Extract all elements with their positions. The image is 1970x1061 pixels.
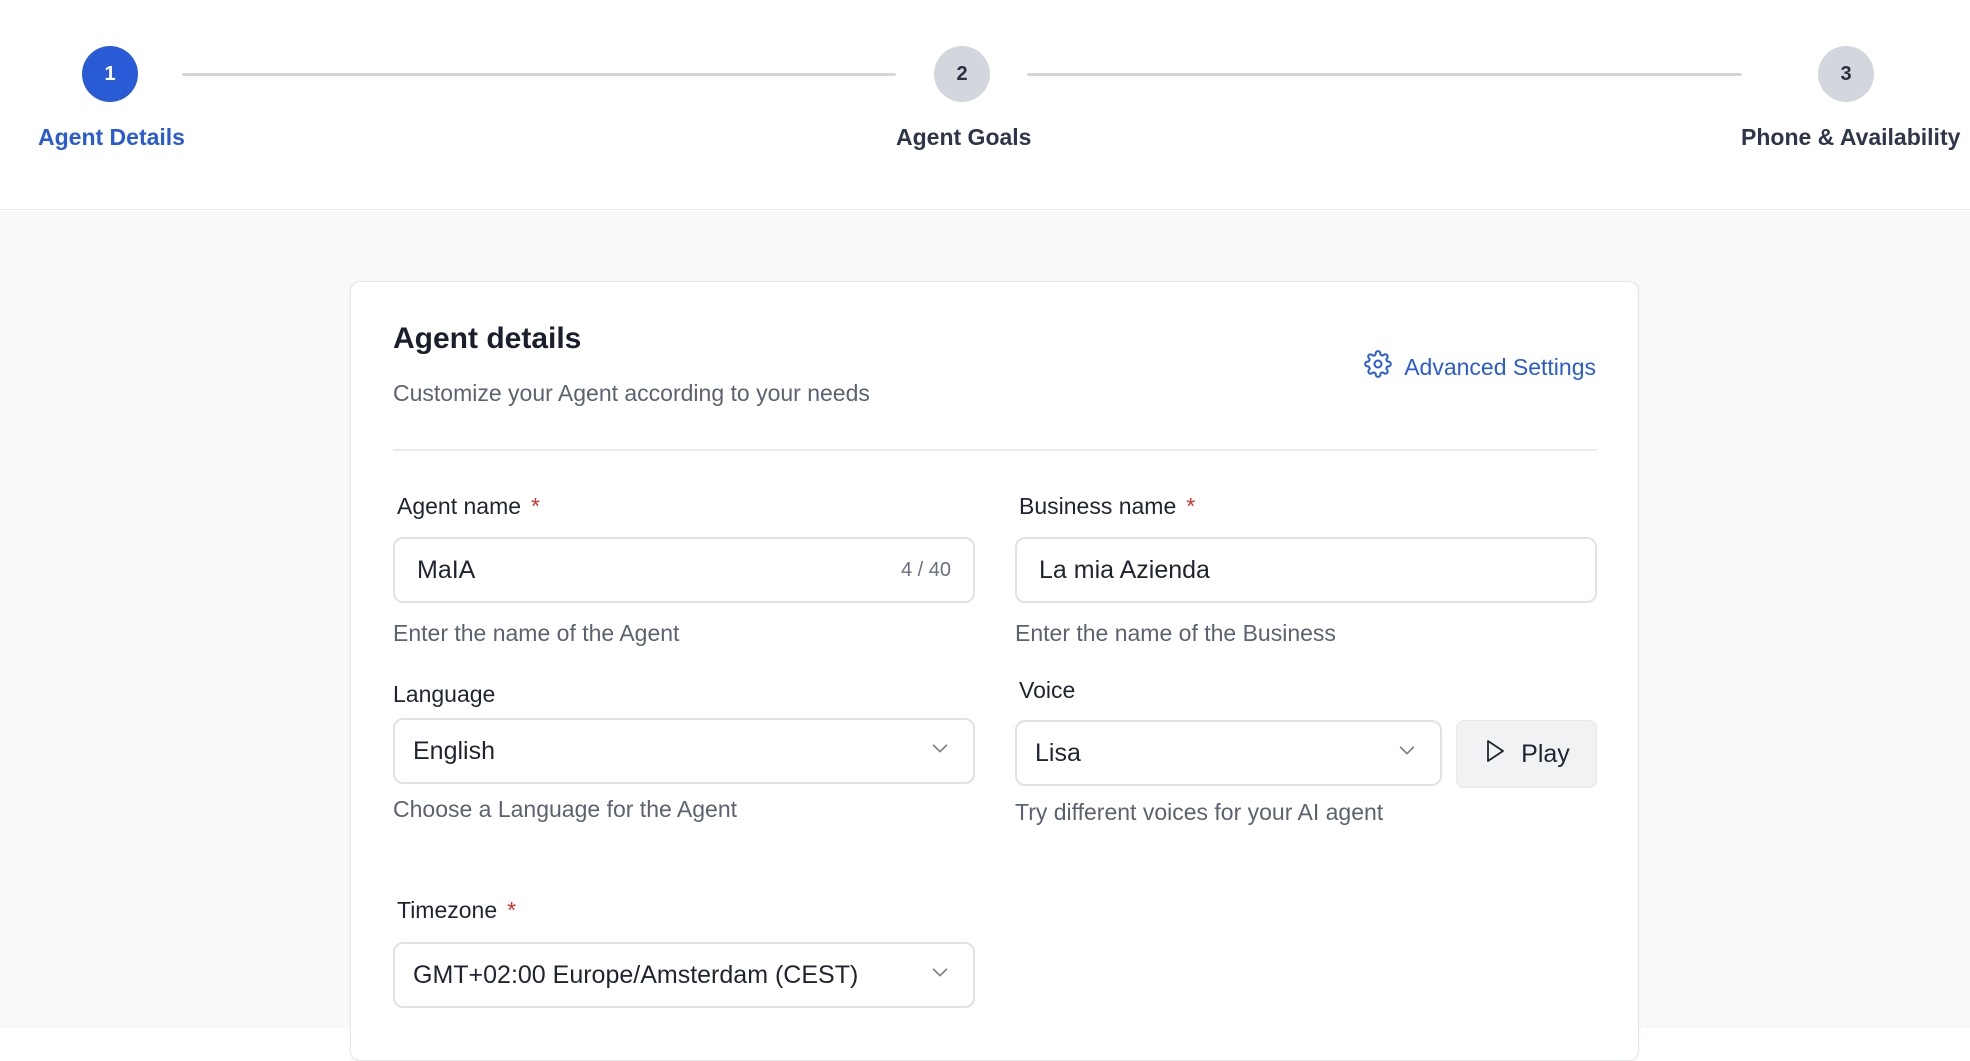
timezone-label: Timezone * [397,897,516,924]
agent-name-counter: 4 / 40 [900,558,951,581]
agent-name-label-text: Agent name [397,493,522,519]
chevron-down-icon [919,737,951,766]
step-1-label[interactable]: Agent Details [38,124,185,151]
agent-name-label: Agent name * [397,493,540,520]
card-subtitle: Customize your Agent according to your n… [393,380,870,406]
business-name-helper: Enter the name of the Business [1015,620,1336,646]
language-select[interactable]: English [393,718,975,784]
step-2-label[interactable]: Agent Goals [896,124,1031,151]
timezone-value: GMT+02:00 Europe/Amsterdam (CEST) [413,960,859,989]
timezone-select[interactable]: GMT+02:00 Europe/Amsterdam (CEST) [393,942,975,1008]
step-connector-2-3 [1027,73,1742,76]
agent-name-helper: Enter the name of the Agent [393,620,680,646]
step-connector-1-2 [182,73,896,76]
agent-name-input[interactable]: MaIA 4 / 40 [393,537,975,603]
step-3-label[interactable]: Phone & Availability [1741,124,1960,151]
chevron-down-icon [919,961,951,990]
voice-helper: Try different voices for your AI agent [1015,799,1384,825]
required-asterisk: * [531,493,540,519]
card-title: Agent details [393,322,582,355]
step-1-circle[interactable]: 1 [82,46,138,102]
business-name-value: La mia Azienda [1039,555,1210,584]
stepper: 1 Agent Details 2 Agent Goals 3 Phone & … [0,0,1970,210]
header-divider [393,449,1597,451]
language-value: English [413,736,495,765]
voice-select[interactable]: Lisa [1015,720,1442,786]
language-helper: Choose a Language for the Agent [393,796,738,822]
advanced-settings-label: Advanced Settings [1404,353,1596,380]
voice-value: Lisa [1035,738,1081,767]
language-label: Language [393,681,496,707]
required-asterisk: * [1186,493,1196,519]
agent-name-value: MaIA [417,555,476,584]
required-asterisk: * [507,897,517,923]
play-voice-button[interactable]: Play [1456,720,1597,788]
play-label: Play [1521,739,1570,768]
business-name-input[interactable]: La mia Azienda [1015,537,1597,603]
business-name-label-text: Business name [1019,493,1177,519]
advanced-settings-button[interactable]: Advanced Settings [1364,350,1596,384]
timezone-label-text: Timezone [397,897,498,923]
business-name-label: Business name * [1019,493,1195,520]
gear-icon [1364,350,1392,384]
agent-details-card: Agent details Customize your Agent accor… [350,281,1639,1061]
step-2-circle[interactable]: 2 [934,46,990,102]
voice-label: Voice [1019,677,1076,703]
chevron-down-icon [1386,739,1418,768]
step-3-circle[interactable]: 3 [1818,46,1874,102]
play-icon [1483,738,1507,771]
